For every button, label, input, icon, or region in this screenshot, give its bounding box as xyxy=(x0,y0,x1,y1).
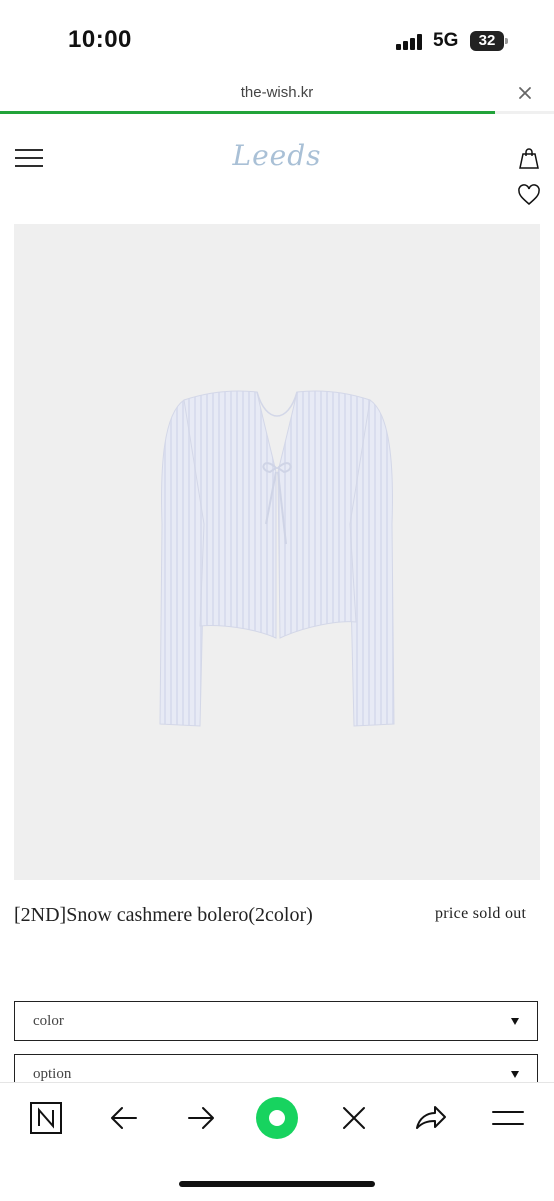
url-text[interactable]: the-wish.kr xyxy=(0,84,554,101)
status-time: 10:00 xyxy=(68,26,132,53)
chevron-down-icon xyxy=(511,1071,519,1078)
product-name: [2ND]Snow cashmere bolero(2color) xyxy=(14,904,313,926)
product-image[interactable] xyxy=(14,224,540,880)
heart-icon[interactable] xyxy=(517,184,541,206)
n-icon[interactable] xyxy=(26,1098,66,1138)
forward-arrow-icon[interactable] xyxy=(181,1098,221,1138)
cardigan-illustration xyxy=(159,390,395,727)
load-progress-bar xyxy=(0,111,495,114)
battery-icon: 32 xyxy=(470,31,504,51)
price-status: price sold out xyxy=(435,905,527,922)
menu-icon[interactable] xyxy=(488,1098,528,1138)
color-select-label: color xyxy=(33,1013,64,1029)
back-arrow-icon[interactable] xyxy=(104,1098,144,1138)
share-icon[interactable] xyxy=(411,1098,451,1138)
color-select[interactable]: color xyxy=(14,1001,538,1041)
close-icon[interactable] xyxy=(334,1098,374,1138)
chevron-down-icon xyxy=(511,1018,519,1025)
home-indicator[interactable] xyxy=(179,1181,375,1187)
battery-tip xyxy=(505,38,508,44)
site-logo[interactable]: Leeds xyxy=(217,139,337,172)
shopping-bag-icon[interactable] xyxy=(517,146,541,170)
signal-icon xyxy=(396,34,422,50)
network-type: 5G xyxy=(433,30,459,51)
close-icon[interactable] xyxy=(516,84,534,102)
option-select-label: option xyxy=(33,1066,72,1082)
hamburger-menu-icon[interactable] xyxy=(14,149,44,167)
green-circle-icon[interactable] xyxy=(254,1095,300,1141)
